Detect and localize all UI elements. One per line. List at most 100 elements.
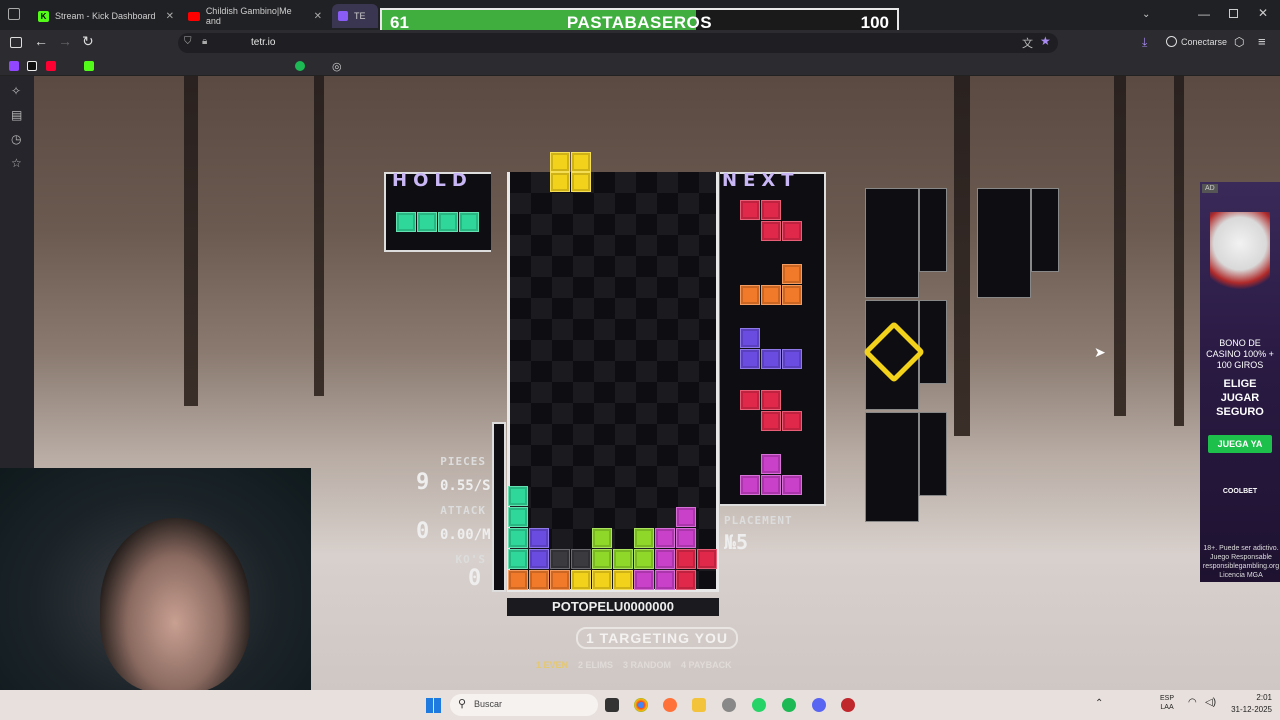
tab-kick[interactable]: K Stream - Kick Dashboard ✕ — [32, 4, 180, 28]
hold-label: HOLD — [392, 170, 473, 191]
ai-icon[interactable]: ✧ — [11, 84, 21, 98]
tree-trunk — [1174, 76, 1184, 426]
whatsapp-icon[interactable] — [752, 698, 766, 712]
attack-rate: 0.00/M — [440, 527, 491, 543]
account-icon[interactable] — [1166, 36, 1177, 47]
collections-icon[interactable]: ▤ — [11, 108, 22, 122]
chrome-icon[interactable] — [634, 698, 648, 712]
mouse-cursor-icon: ➤ — [1094, 344, 1106, 360]
tree-trunk — [314, 76, 324, 396]
tab-label: Stream - Kick Dashboard — [55, 11, 156, 21]
attack-value: 0 — [416, 519, 430, 544]
clock-date[interactable]: 31-12-2025 — [1222, 705, 1272, 714]
attack-label: ATTACK — [440, 504, 486, 517]
clock-time[interactable]: 2:01 — [1240, 693, 1272, 702]
block-cell — [508, 549, 528, 569]
back-icon[interactable]: ← — [34, 33, 48, 49]
minimize-icon[interactable]: — — [1198, 7, 1210, 21]
task-view-icon[interactable] — [605, 698, 619, 712]
star-icon[interactable]: ★ — [1040, 34, 1051, 48]
twitch-bookmark-icon[interactable] — [9, 61, 19, 71]
garbage-meter — [492, 422, 506, 592]
ad-brand: COOLBET — [1222, 488, 1258, 495]
tab-youtube[interactable]: Childish Gambino|Me and ✕ — [182, 4, 328, 28]
ad-banner[interactable]: AD BONO DE CASINO 100% + 100 GIROS ELIGE… — [1200, 182, 1280, 582]
app-icon[interactable] — [841, 698, 855, 712]
reload-icon[interactable]: ↻ — [82, 33, 94, 50]
shield-icon[interactable]: ⛉ — [184, 36, 192, 47]
strategy-elims[interactable]: 2 ELIMS — [578, 660, 613, 674]
lock-icon[interactable]: 🔒︎ — [202, 36, 207, 47]
url-text[interactable]: tetr.io — [251, 37, 275, 48]
chevron-down-icon[interactable]: ⌄ — [1142, 9, 1150, 20]
settings-icon[interactable] — [722, 698, 736, 712]
pieces-rate: 0.55/S — [440, 478, 491, 494]
taskbar-search[interactable]: ⚲ Buscar — [450, 694, 598, 716]
next-piece-cell — [761, 349, 781, 369]
next-piece-cell — [761, 221, 781, 241]
file-explorer-icon[interactable] — [692, 698, 706, 712]
wifi-icon[interactable]: ◠ — [1188, 697, 1197, 708]
tab-tetrio[interactable]: TE — [332, 4, 378, 28]
spotify-icon[interactable] — [782, 698, 796, 712]
block-cell — [571, 570, 591, 590]
favorites-icon[interactable]: ☆ — [11, 156, 22, 170]
block-cell — [550, 549, 570, 569]
next-piece-cell — [761, 475, 781, 495]
pieces-value: 9 — [416, 470, 430, 495]
windows-start-icon[interactable] — [426, 698, 441, 713]
translate-icon[interactable]: 文 — [1022, 35, 1033, 51]
firefox-icon[interactable] — [663, 698, 677, 712]
block-cell — [592, 570, 612, 590]
ad-cta-button[interactable]: JUEGA YA — [1208, 435, 1272, 453]
youtube-bookmark-icon[interactable] — [46, 61, 56, 71]
block-cell — [676, 570, 696, 590]
spotify-bookmark-icon[interactable] — [295, 61, 305, 71]
targeting-badge: 1 TARGETING YOU — [576, 627, 738, 649]
block-cell — [508, 486, 528, 506]
tree-trunk — [954, 76, 970, 436]
search-placeholder: Buscar — [474, 699, 503, 709]
language-bottom: LAA — [1160, 704, 1174, 711]
close-window-icon[interactable]: ✕ — [1258, 6, 1268, 20]
opponent-board — [977, 188, 1031, 298]
forward-icon[interactable]: → — [58, 33, 72, 49]
ad-badge: AD — [1202, 184, 1218, 193]
download-icon[interactable]: ⤓ — [1142, 35, 1147, 50]
close-icon[interactable]: ✕ — [314, 11, 322, 22]
maximize-icon[interactable] — [1229, 9, 1238, 18]
kos-label: KO'S — [455, 553, 486, 566]
kick-bookmark-icon[interactable] — [84, 61, 94, 71]
opponent-board — [865, 188, 919, 298]
tiktok-bookmark-icon[interactable] — [27, 61, 37, 71]
close-icon[interactable]: ✕ — [166, 11, 174, 22]
strategy-random[interactable]: 3 RANDOM — [623, 660, 671, 674]
tetrio-icon — [338, 11, 348, 21]
next-piece-cell — [782, 221, 802, 241]
block-cell — [634, 528, 654, 548]
player-name: POTOPELU0000000 — [507, 598, 719, 616]
volume-icon[interactable]: ◁) — [1205, 697, 1216, 708]
strategy-even[interactable]: 1 EVEN — [536, 660, 568, 674]
tree-trunk — [184, 76, 198, 406]
globe-bookmark-icon[interactable]: ◎ — [332, 60, 342, 73]
block-cell — [529, 570, 549, 590]
connect-label[interactable]: Conectarse — [1181, 37, 1227, 47]
extensions-icon[interactable]: ⬡ — [1234, 35, 1244, 49]
sidebar-toggle-icon[interactable] — [10, 37, 22, 48]
block-cell — [697, 549, 717, 569]
discord-icon[interactable] — [812, 698, 826, 712]
strategy-payback[interactable]: 4 PAYBACK — [681, 660, 732, 674]
tray-chevron-icon[interactable]: ⌃ — [1095, 698, 1103, 709]
next-piece-cell — [740, 390, 760, 410]
opponent-next-queue — [919, 412, 947, 496]
menu-icon[interactable]: ≡ — [1258, 34, 1266, 49]
streamer-face — [100, 518, 250, 693]
tab-list-icon[interactable] — [8, 8, 20, 20]
language-indicator[interactable]: ESP LAA — [1160, 694, 1174, 712]
hold-piece-i — [396, 212, 480, 232]
opponent-next-queue — [919, 188, 947, 272]
address-bar[interactable]: ⛉ 🔒︎ tetr.io 文 ★ — [178, 33, 1058, 53]
history-icon[interactable]: ◷ — [11, 132, 21, 146]
kos-value: 0 — [468, 566, 482, 591]
